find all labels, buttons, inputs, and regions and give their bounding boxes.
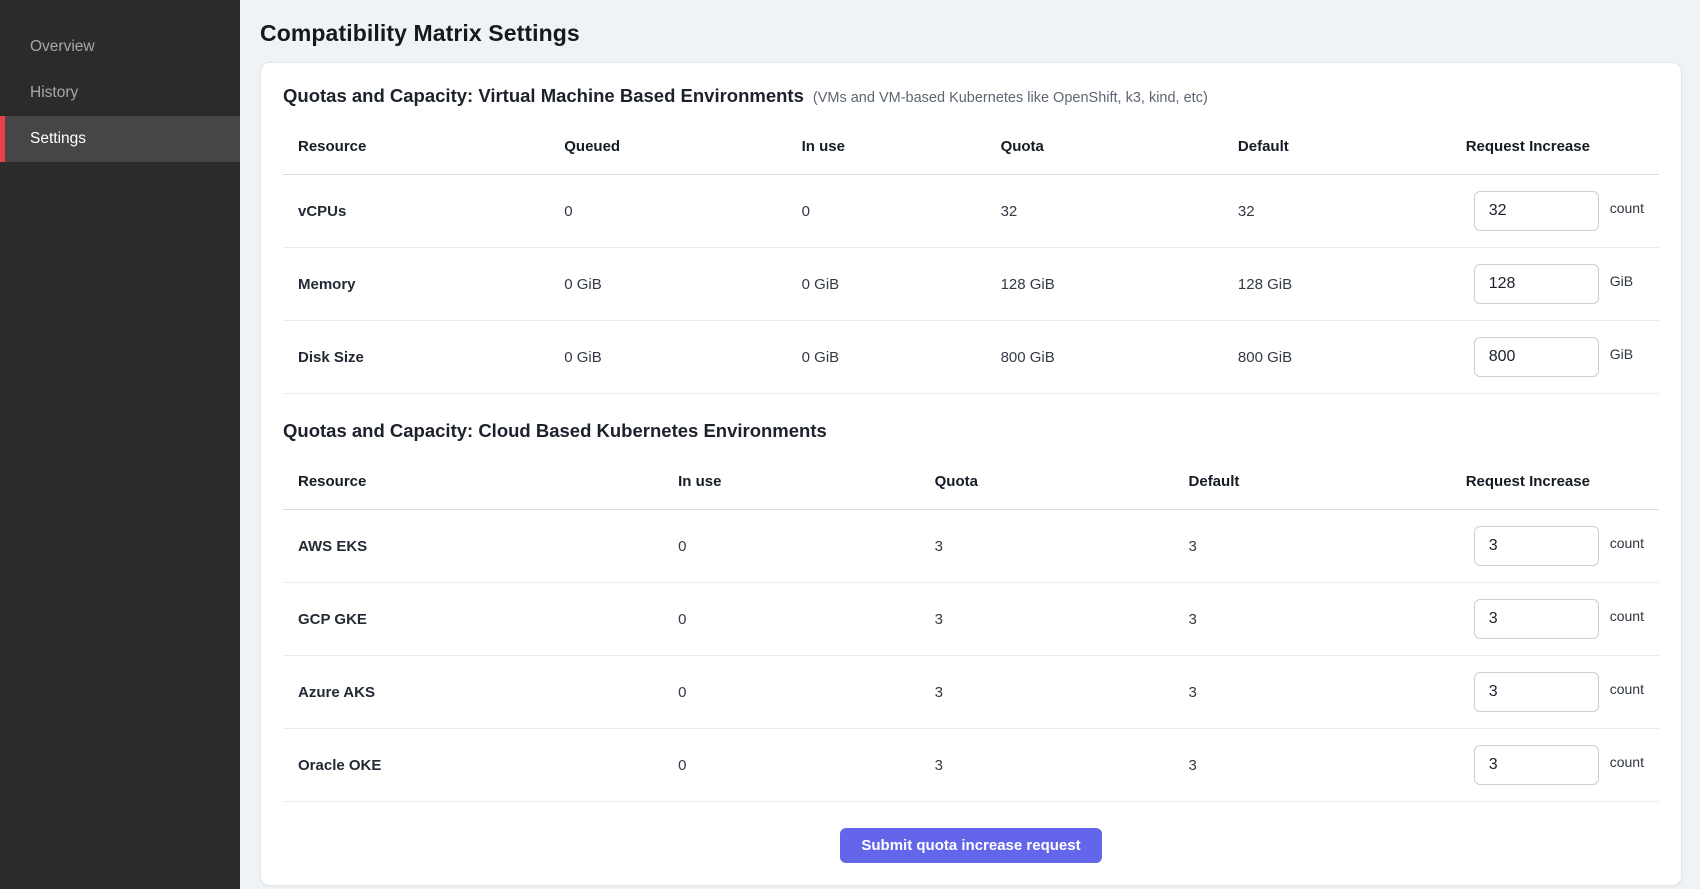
in-use-cell: 0 (663, 729, 920, 802)
resource-cell: AWS EKS (283, 510, 663, 583)
sidebar-item-settings[interactable]: Settings (0, 116, 240, 162)
request-increase-cell: GiB (1466, 264, 1644, 304)
request-increase-input[interactable] (1474, 337, 1599, 377)
main-content: Compatibility Matrix Settings Quotas and… (240, 0, 1700, 886)
vm-header-in-use: In use (787, 119, 986, 175)
request-increase-cell: count (1466, 599, 1644, 639)
unit-label: count (1610, 200, 1644, 216)
vm-quota-table: Resource Queued In use Quota Default Req… (283, 119, 1659, 394)
table-row: Azure AKS 0 3 3 count (283, 656, 1659, 729)
sidebar-item-history[interactable]: History (0, 70, 240, 116)
cloud-header-request-increase: Request Increase (1451, 454, 1659, 510)
vm-header-quota: Quota (986, 119, 1223, 175)
queued-cell: 0 (549, 175, 786, 248)
unit-label: count (1610, 608, 1644, 624)
quota-settings-card: Quotas and Capacity: Virtual Machine Bas… (260, 62, 1682, 886)
resource-cell: vCPUs (283, 175, 549, 248)
table-row: Oracle OKE 0 3 3 count (283, 729, 1659, 802)
vm-section-heading: Quotas and Capacity: Virtual Machine Bas… (283, 83, 1659, 109)
unit-label: GiB (1610, 273, 1633, 289)
sidebar: Overview History Settings (0, 0, 240, 889)
in-use-cell: 0 GiB (787, 248, 986, 321)
default-cell: 3 (1174, 656, 1451, 729)
in-use-cell: 0 (663, 656, 920, 729)
cloud-quota-table: Resource In use Quota Default Request In… (283, 454, 1659, 802)
request-increase-input[interactable] (1474, 526, 1599, 566)
default-cell: 128 GiB (1223, 248, 1451, 321)
in-use-cell: 0 (663, 510, 920, 583)
vm-table-header-row: Resource Queued In use Quota Default Req… (283, 119, 1659, 175)
sidebar-item-overview[interactable]: Overview (0, 24, 240, 70)
submit-quota-increase-button[interactable]: Submit quota increase request (840, 828, 1101, 863)
page-title: Compatibility Matrix Settings (260, 18, 1682, 48)
cloud-header-resource: Resource (283, 454, 663, 510)
table-row: Disk Size 0 GiB 0 GiB 800 GiB 800 GiB Gi… (283, 321, 1659, 394)
in-use-cell: 0 GiB (787, 321, 986, 394)
resource-cell: Memory (283, 248, 549, 321)
cloud-header-in-use: In use (663, 454, 920, 510)
default-cell: 3 (1174, 583, 1451, 656)
resource-cell: Oracle OKE (283, 729, 663, 802)
cloud-section-heading: Quotas and Capacity: Cloud Based Kuberne… (283, 418, 1659, 444)
vm-header-resource: Resource (283, 119, 549, 175)
quota-cell: 3 (920, 583, 1174, 656)
default-cell: 3 (1174, 729, 1451, 802)
cloud-header-quota: Quota (920, 454, 1174, 510)
unit-label: count (1610, 681, 1644, 697)
cloud-header-default: Default (1174, 454, 1451, 510)
unit-label: count (1610, 535, 1644, 551)
vm-section-title: Quotas and Capacity: Virtual Machine Bas… (283, 83, 804, 109)
default-cell: 32 (1223, 175, 1451, 248)
request-increase-input[interactable] (1474, 599, 1599, 639)
table-row: vCPUs 0 0 32 32 count (283, 175, 1659, 248)
table-row: Memory 0 GiB 0 GiB 128 GiB 128 GiB GiB (283, 248, 1659, 321)
quota-cell: 32 (986, 175, 1223, 248)
queued-cell: 0 GiB (549, 321, 786, 394)
request-increase-cell: count (1466, 191, 1644, 231)
unit-label: count (1610, 754, 1644, 770)
resource-cell: GCP GKE (283, 583, 663, 656)
cloud-section-title: Quotas and Capacity: Cloud Based Kuberne… (283, 418, 827, 444)
table-row: GCP GKE 0 3 3 count (283, 583, 1659, 656)
default-cell: 3 (1174, 510, 1451, 583)
table-row: AWS EKS 0 3 3 count (283, 510, 1659, 583)
request-increase-input[interactable] (1474, 672, 1599, 712)
unit-label: GiB (1610, 346, 1633, 362)
vm-header-request-increase: Request Increase (1451, 119, 1659, 175)
quota-cell: 800 GiB (986, 321, 1223, 394)
quota-cell: 128 GiB (986, 248, 1223, 321)
in-use-cell: 0 (663, 583, 920, 656)
request-increase-cell: count (1466, 745, 1644, 785)
in-use-cell: 0 (787, 175, 986, 248)
quota-cell: 3 (920, 656, 1174, 729)
quota-cell: 3 (920, 510, 1174, 583)
resource-cell: Disk Size (283, 321, 549, 394)
vm-header-default: Default (1223, 119, 1451, 175)
cloud-table-header-row: Resource In use Quota Default Request In… (283, 454, 1659, 510)
resource-cell: Azure AKS (283, 656, 663, 729)
request-increase-input[interactable] (1474, 191, 1599, 231)
default-cell: 800 GiB (1223, 321, 1451, 394)
request-increase-input[interactable] (1474, 745, 1599, 785)
request-increase-input[interactable] (1474, 264, 1599, 304)
request-increase-cell: GiB (1466, 337, 1644, 377)
request-increase-cell: count (1466, 672, 1644, 712)
button-row: Submit quota increase request (283, 828, 1659, 863)
request-increase-cell: count (1466, 526, 1644, 566)
vm-header-queued: Queued (549, 119, 786, 175)
quota-cell: 3 (920, 729, 1174, 802)
queued-cell: 0 GiB (549, 248, 786, 321)
vm-section-subtitle: (VMs and VM-based Kubernetes like OpenSh… (813, 90, 1208, 106)
